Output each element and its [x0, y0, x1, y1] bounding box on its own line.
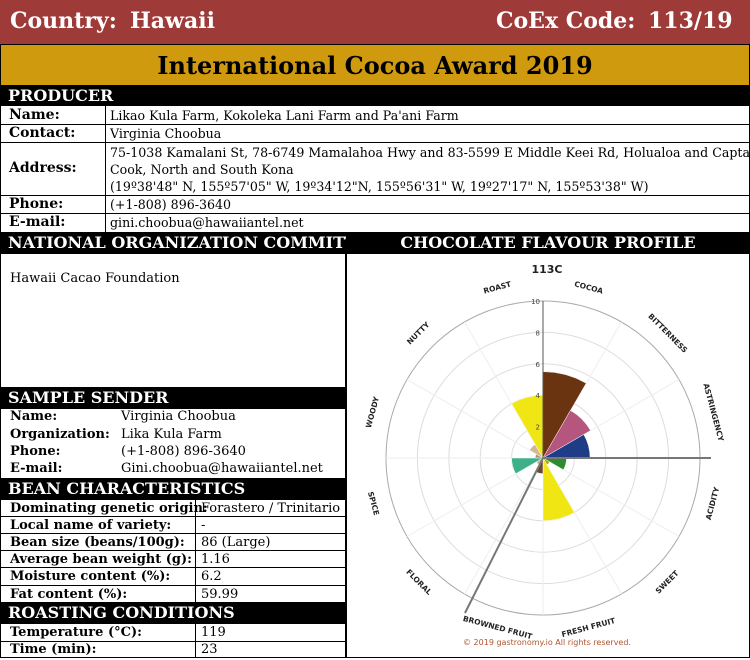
producer-name-row: Name: Likao Kula Farm, Kokoleka Lani Far… [0, 106, 750, 125]
bean-label: Moisture content (%): [10, 569, 171, 584]
flavour-chart: 113C 2 4 6 8 10 COCOA BITTERNESS ASTRINGENCY AC… [364, 263, 726, 647]
category-label: ACIDITY [704, 485, 722, 520]
country-label: Country: [10, 8, 117, 34]
r-tick-label: 2 [536, 424, 540, 432]
sender-name: Virginia Choobua [121, 409, 236, 424]
bean-label: Local name of variety: [10, 518, 172, 533]
roast-label: Time (min): [10, 642, 97, 657]
bean-heading: BEAN CHARACTERISTICS [0, 479, 346, 499]
sender-email-label: E-mail: [10, 461, 63, 476]
sender-name-label: Name: [10, 409, 58, 424]
category-label: WOODY [364, 395, 381, 429]
coex-code: 113/19 [648, 8, 733, 34]
sender-box: Name: Virginia Choobua Organization: Lik… [0, 408, 346, 479]
category-label: COCOA [573, 279, 604, 295]
profile-heading: CHOCOLATE FLAVOUR PROFILE [346, 233, 750, 253]
noc-heading: NATIONAL ORGANIZATION COMMITTEE [0, 233, 381, 253]
bean-value: - [201, 518, 206, 533]
bean-value: 6.2 [201, 569, 222, 584]
roast-value: 23 [201, 642, 218, 657]
category-label: BITTERNESS [646, 312, 689, 355]
chart-credit: © 2019 gastronomy.io All rights reserved… [463, 638, 631, 647]
award-title: International Cocoa Award 2019 [0, 44, 750, 86]
sender-org-label: Organization: [10, 427, 110, 442]
noc-value: Hawaii Cacao Foundation [10, 271, 180, 286]
category-label: FLORAL [404, 567, 433, 596]
category-label: ROAST [482, 279, 512, 295]
r-tick-label: 10 [531, 298, 540, 306]
producer-email-row: E-mail: gini.choobua@hawaiiantel.net [0, 214, 750, 233]
bean-label: Dominating genetic origin: [10, 501, 208, 516]
producer-email: gini.choobua@hawaiiantel.net [110, 215, 304, 230]
producer-address-line1: 75-1038 Kamalani St, 78-6749 Mamalahoa H… [110, 145, 750, 160]
bean-label: Bean size (beans/100g): [10, 535, 185, 550]
profile-box: 113C 2 4 6 8 10 COCOA BITTERNESS ASTRINGENCY AC… [346, 253, 750, 658]
bean-value: 1.16 [201, 552, 230, 567]
bean-label: Fat content (%): [10, 587, 128, 602]
producer-name: Likao Kula Farm, Kokoleka Lani Farm and … [110, 108, 459, 123]
producer-address-row: Address: 75-1038 Kamalani St, 78-6749 Ma… [0, 143, 750, 196]
grid-spoke [464, 457, 544, 595]
header-bar: Country: Hawaii CoEx Code: 113/19 [0, 0, 750, 44]
category-label: NUTTY [405, 320, 432, 347]
producer-name-label: Name: [9, 107, 60, 123]
category-label: FRESH FRUIT [561, 616, 618, 639]
producer-address-line3: (19º38'48" N, 155º57'05" W, 19º34'12"N, … [110, 179, 649, 194]
category-label: SPICE [366, 491, 381, 517]
category-label: ASTRINGENCY [701, 382, 725, 443]
producer-contact-label: Contact: [9, 125, 76, 141]
producer-contact: Virginia Choobua [110, 126, 222, 141]
producer-phone-label: Phone: [9, 196, 64, 212]
producer-address-label: Address: [9, 160, 77, 176]
bean-value: 59.99 [201, 587, 239, 602]
sender-phone: (+1-808) 896-3640 [121, 444, 246, 459]
bean-table: Dominating genetic origin: Forastero / T… [0, 499, 347, 603]
producer-email-label: E-mail: [9, 214, 66, 230]
r-tick-label: 6 [536, 361, 541, 369]
bean-value: 86 (Large) [201, 535, 271, 550]
bean-label: Average bean weight (g): [10, 552, 192, 567]
country-value: Hawaii [130, 8, 215, 34]
pointer-line [464, 457, 544, 614]
category-label: SWEET [654, 568, 682, 596]
bean-value: Forastero / Trinitario [201, 501, 341, 516]
sender-org: Lika Kula Farm [121, 427, 222, 442]
producer-contact-row: Contact: Virginia Choobua [0, 125, 750, 143]
r-tick-label: 8 [536, 329, 540, 337]
roast-value: 119 [201, 625, 226, 640]
producer-heading: PRODUCER [0, 86, 750, 106]
roasting-heading: ROASTING CONDITIONS [0, 603, 346, 623]
coex-label: CoEx Code: [496, 8, 636, 34]
sender-heading: SAMPLE SENDER [0, 388, 346, 408]
r-tick-label: 4 [536, 392, 541, 400]
roast-label: Temperature (°C): [10, 625, 142, 640]
sender-phone-label: Phone: [10, 444, 61, 459]
producer-phone: (+1-808) 896-3640 [110, 197, 232, 212]
producer-phone-row: Phone: (+1-808) 896-3640 [0, 196, 750, 214]
noc-box: Hawaii Cacao Foundation [0, 253, 346, 388]
chart-title: 113C [531, 263, 562, 276]
sender-email: Gini.choobua@hawaiiantel.net [121, 461, 323, 476]
producer-address-line2: Cook, North and South Kona [110, 162, 294, 177]
roasting-table: Temperature (°C): 119 Time (min): 23 [0, 623, 347, 658]
